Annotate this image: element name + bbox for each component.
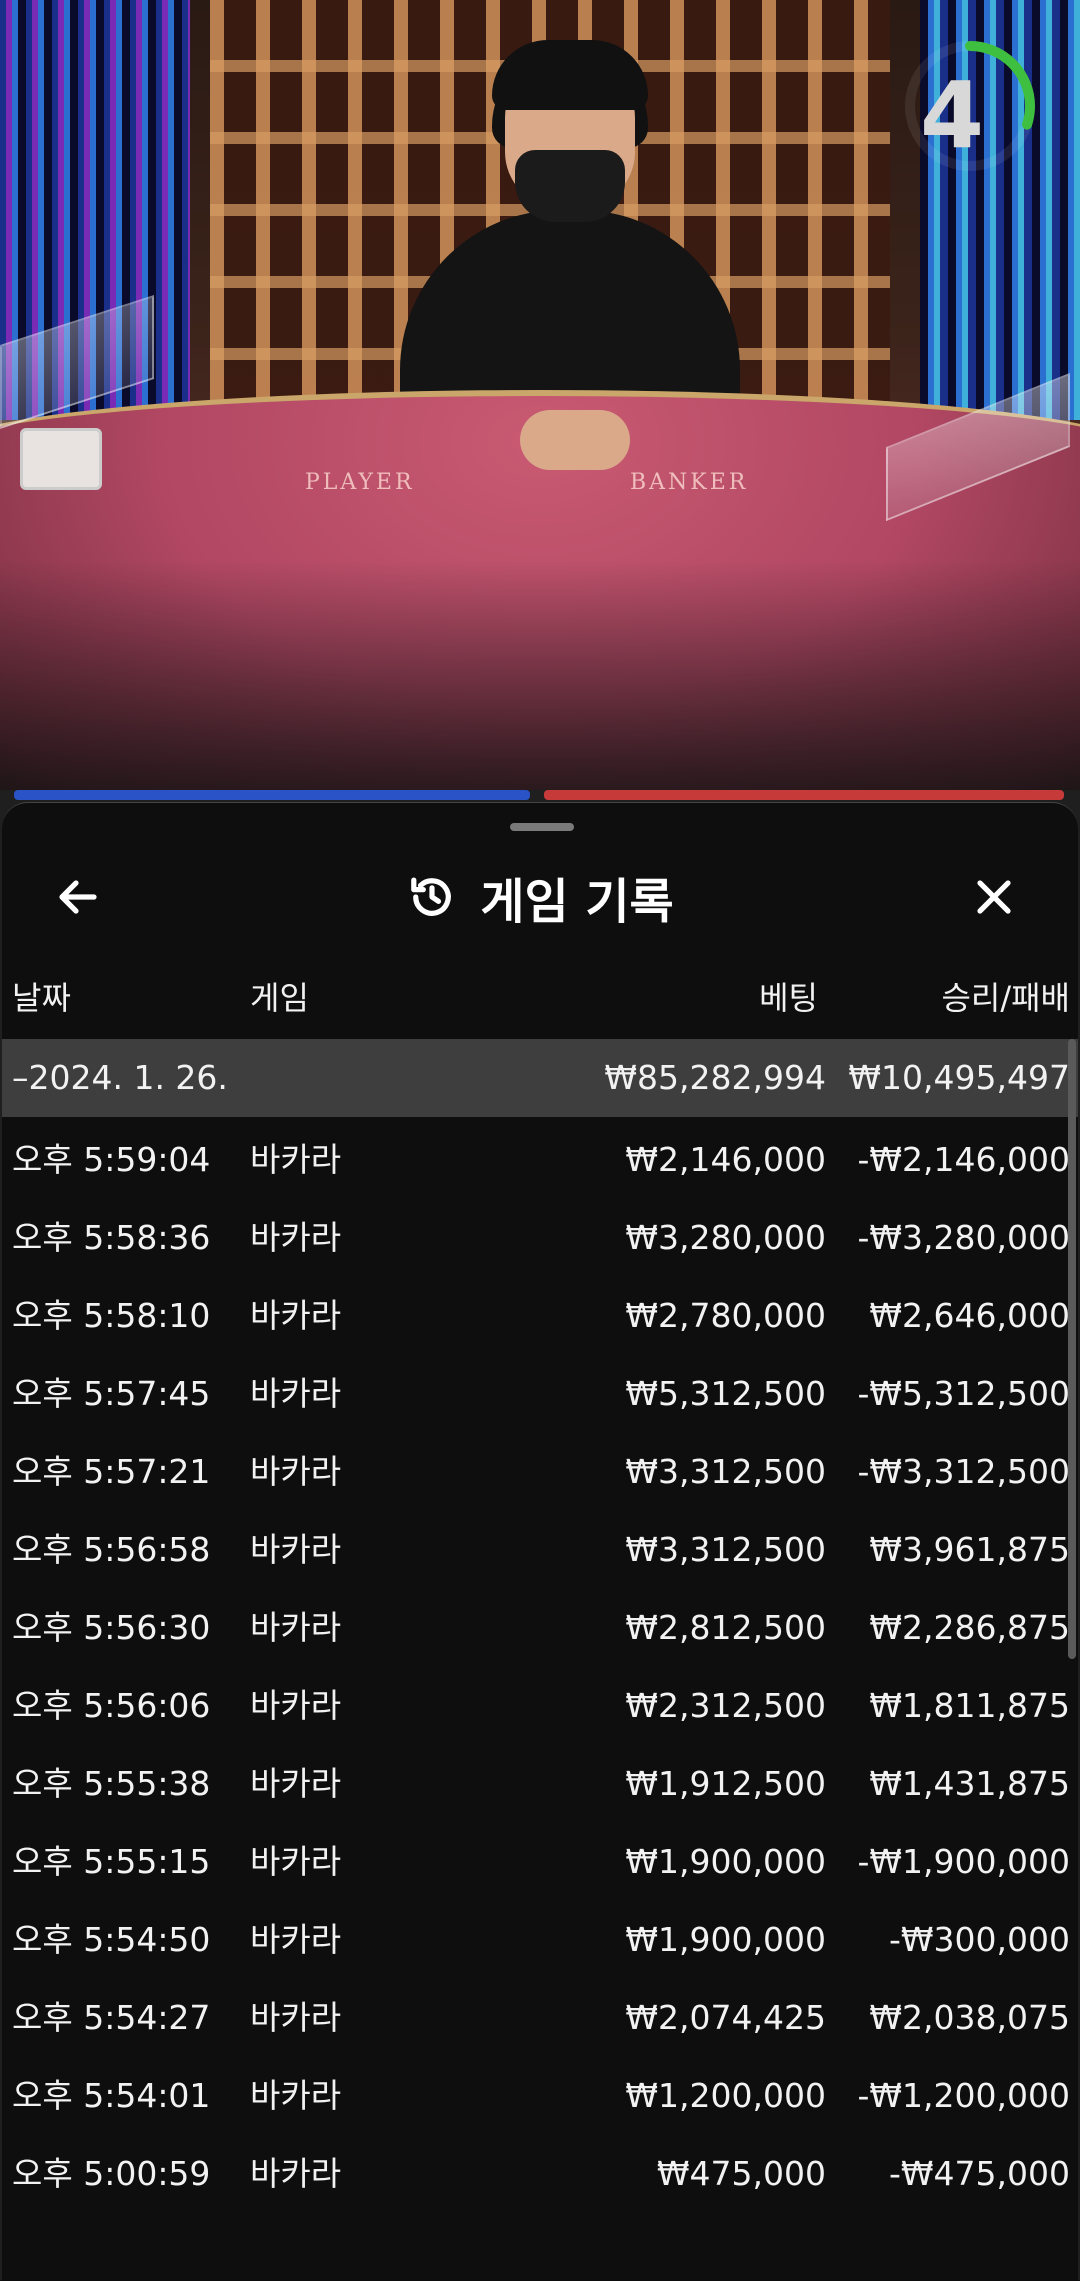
history-result: -₩1,200,000 <box>857 2076 1071 2115</box>
history-game: 바카라 <box>250 1140 342 1179</box>
dealer-mask <box>515 150 625 222</box>
history-game: 바카라 <box>250 1686 342 1725</box>
history-result: -₩1,900,000 <box>857 1842 1071 1881</box>
history-result: -₩3,280,000 <box>857 1218 1071 1257</box>
close-button[interactable] <box>954 857 1034 937</box>
history-bet: ₩475,000 <box>656 2154 826 2193</box>
history-row[interactable]: 오후 5:57:45 바카라 ₩5,312,500 -₩5,312,500 <box>2 1355 1078 1433</box>
countdown-number: 4 <box>920 62 985 169</box>
history-bet: ₩2,312,500 <box>625 1686 826 1725</box>
date-group-row[interactable]: –2024. 1. 26. ₩85,282,994 ₩10,495,497 <box>2 1039 1078 1117</box>
history-row[interactable]: 오후 5:54:01 바카라 ₩1,200,000 -₩1,200,000 <box>2 2057 1078 2135</box>
felt-label-player: PLAYER <box>305 470 415 495</box>
history-time: 오후 5:54:50 <box>12 1920 211 1959</box>
date-group-total-result: ₩10,495,497 <box>848 1058 1070 1097</box>
history-row[interactable]: 오후 5:55:38 바카라 ₩1,912,500 ₩1,431,875 <box>2 1745 1078 1823</box>
back-button[interactable] <box>38 857 118 937</box>
dealer-hands <box>520 410 630 470</box>
history-game: 바카라 <box>250 2154 342 2193</box>
history-time: 오후 5:58:10 <box>12 1296 211 1335</box>
dealer-hair-top <box>492 40 648 110</box>
player-bet-bar <box>14 790 530 800</box>
history-result: -₩5,312,500 <box>857 1374 1071 1413</box>
history-time: 오후 5:54:01 <box>12 2076 211 2115</box>
history-result: -₩475,000 <box>888 2154 1070 2193</box>
history-row[interactable]: 오후 5:57:21 바카라 ₩3,312,500 -₩3,312,500 <box>2 1433 1078 1511</box>
game-history-sheet: 게임 기록 날짜 게임 베팅 승리/패배 –2024. 1. 26. ₩85,2… <box>2 802 1078 2281</box>
history-game: 바카라 <box>250 1452 342 1491</box>
history-game: 바카라 <box>250 1296 342 1335</box>
history-bet: ₩3,280,000 <box>625 1218 826 1257</box>
history-row[interactable]: 오후 5:56:58 바카라 ₩3,312,500 ₩3,961,875 <box>2 1511 1078 1589</box>
history-game: 바카라 <box>250 1920 342 1959</box>
history-game: 바카라 <box>250 1608 342 1647</box>
history-bet: ₩1,912,500 <box>625 1764 826 1803</box>
history-row[interactable]: 오후 5:56:06 바카라 ₩2,312,500 ₩1,811,875 <box>2 1667 1078 1745</box>
history-time: 오후 5:56:30 <box>12 1608 211 1647</box>
history-game: 바카라 <box>250 1218 342 1257</box>
history-result: -₩2,146,000 <box>857 1140 1071 1179</box>
history-result: ₩1,811,875 <box>869 1686 1070 1725</box>
history-game: 바카라 <box>250 1374 342 1413</box>
history-result: -₩3,312,500 <box>857 1452 1071 1491</box>
history-bet: ₩1,900,000 <box>625 1920 826 1959</box>
history-bet: ₩3,312,500 <box>625 1530 826 1569</box>
history-result: ₩2,038,075 <box>869 1998 1070 2037</box>
history-game: 바카라 <box>250 1842 342 1881</box>
history-result: ₩2,646,000 <box>869 1296 1070 1335</box>
column-header-bet: 베팅 <box>759 979 818 1017</box>
history-bet: ₩5,312,500 <box>625 1374 826 1413</box>
history-time: 오후 5:56:58 <box>12 1530 211 1569</box>
banker-bet-bar <box>544 790 1064 800</box>
column-header-result: 승리/패배 <box>941 979 1070 1017</box>
history-time: 오후 5:56:06 <box>12 1686 211 1725</box>
history-bet: ₩3,312,500 <box>625 1452 826 1491</box>
live-video: PLAYER BANKER 4 <box>0 0 1080 800</box>
history-time: 오후 5:59:04 <box>12 1140 211 1179</box>
history-row[interactable]: 오후 5:55:15 바카라 ₩1,900,000 -₩1,900,000 <box>2 1823 1078 1901</box>
history-icon <box>411 877 452 916</box>
history-bet: ₩2,812,500 <box>625 1608 826 1647</box>
arrow-left-icon <box>59 880 97 914</box>
history-row[interactable]: 오후 5:59:04 바카라 ₩2,146,000 -₩2,146,000 <box>2 1121 1078 1199</box>
video-fade <box>0 560 1080 800</box>
history-bet: ₩1,200,000 <box>625 2076 826 2115</box>
history-game: 바카라 <box>250 1764 342 1803</box>
close-icon <box>977 880 1011 914</box>
history-time: 오후 5:00:59 <box>12 2154 211 2193</box>
history-bet: ₩2,074,425 <box>625 1998 826 2037</box>
history-row[interactable]: 오후 5:54:27 바카라 ₩2,074,425 ₩2,038,075 <box>2 1979 1078 2057</box>
date-group-label: –2024. 1. 26. <box>12 1058 228 1097</box>
history-scrollbar[interactable] <box>1068 1039 1076 1659</box>
felt-label-banker: BANKER <box>630 470 749 495</box>
column-header-game: 게임 <box>250 979 309 1017</box>
history-row[interactable]: 오후 5:00:59 바카라 ₩475,000 -₩475,000 <box>2 2135 1078 2213</box>
history-time: 오후 5:55:38 <box>12 1764 211 1803</box>
history-result: ₩2,286,875 <box>869 1608 1070 1647</box>
history-game: 바카라 <box>250 1998 342 2037</box>
history-row[interactable]: 오후 5:58:10 바카라 ₩2,780,000 ₩2,646,000 <box>2 1277 1078 1355</box>
history-time: 오후 5:57:21 <box>12 1452 211 1491</box>
history-time: 오후 5:58:36 <box>12 1218 211 1257</box>
sheet-header: 게임 기록 <box>2 857 1078 937</box>
history-result: ₩1,431,875 <box>869 1764 1070 1803</box>
history-bet: ₩2,780,000 <box>625 1296 826 1335</box>
history-time: 오후 5:57:45 <box>12 1374 211 1413</box>
history-row[interactable]: 오후 5:58:36 바카라 ₩3,280,000 -₩3,280,000 <box>2 1199 1078 1277</box>
history-row[interactable]: 오후 5:54:50 바카라 ₩1,900,000 -₩300,000 <box>2 1901 1078 1979</box>
history-row[interactable]: 오후 5:56:30 바카라 ₩2,812,500 ₩2,286,875 <box>2 1589 1078 1667</box>
history-result: -₩300,000 <box>888 1920 1070 1959</box>
history-time: 오후 5:54:27 <box>12 1998 211 2037</box>
history-time: 오후 5:55:15 <box>12 1842 211 1881</box>
date-group-total-bet: ₩85,282,994 <box>604 1058 826 1097</box>
sheet-drag-handle[interactable] <box>510 823 574 831</box>
history-bet: ₩2,146,000 <box>625 1140 826 1179</box>
history-game: 바카라 <box>250 1530 342 1569</box>
history-game: 바카라 <box>250 2076 342 2115</box>
history-result: ₩3,961,875 <box>869 1530 1070 1569</box>
column-header-date: 날짜 <box>12 979 71 1017</box>
history-bet: ₩1,900,000 <box>625 1842 826 1881</box>
sheet-title: 게임 기록 <box>480 874 674 930</box>
card-deck <box>20 428 102 490</box>
